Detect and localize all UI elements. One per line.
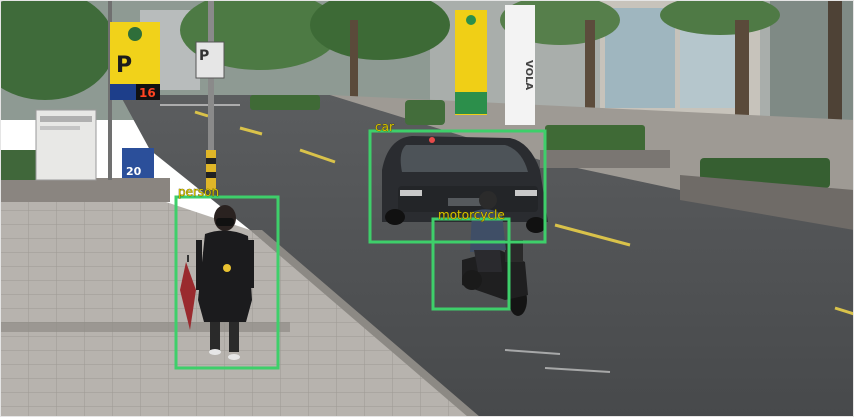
person-detection-label: person [178,185,219,199]
tactile-strip [0,322,290,332]
motorcycle-detection-label: motorcycle [438,208,505,222]
svg-text:P: P [199,48,209,64]
info-board [35,109,97,181]
parking-letter: P [116,53,132,78]
blue-sign-number: 20 [126,165,142,178]
blue-street-sign: 20 [122,148,154,178]
car-detection-label: car [375,120,394,134]
street-scene: P 16 20 P VOLA person car motorcycle [0,0,854,417]
vertical-store-sign-text: VOLA [523,60,534,90]
parking-count: 16 [139,86,156,100]
scene-canvas: P 16 20 P VOLA person car motorcycle [0,0,854,417]
planter-wall [0,178,170,202]
left-shrub [0,150,40,180]
